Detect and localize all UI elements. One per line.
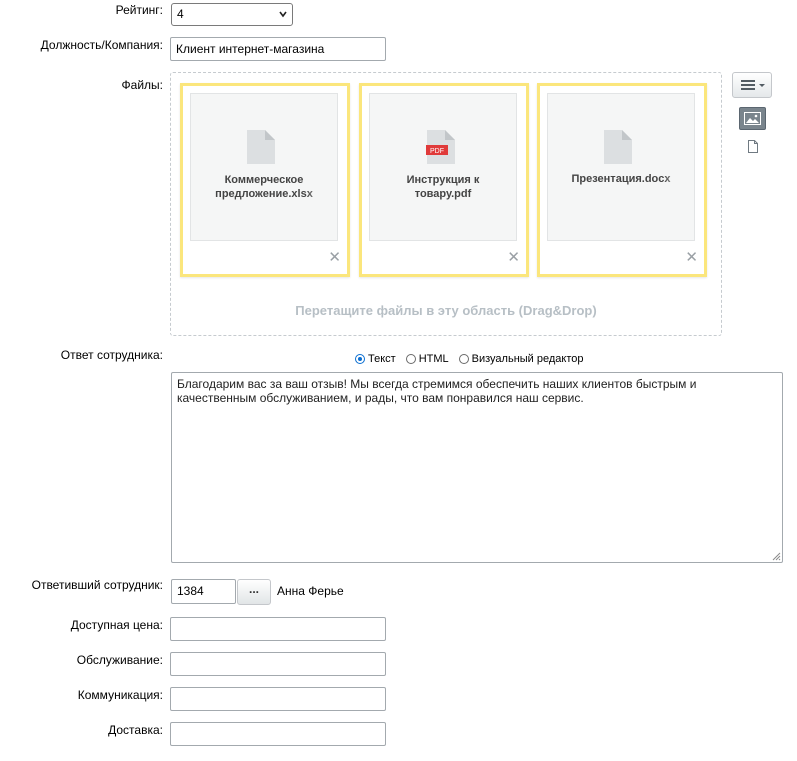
response-label: Ответ сотрудника: [60,348,163,362]
file-name: Инструкция к товару.pdf [406,174,480,200]
radio-icon [458,354,469,364]
response-text: Благодарим вас за ваш отзыв! Мы всегда с… [177,377,697,405]
file-dropzone[interactable]: Коммерческое предложение.xlsx ✕ PDF Инст… [170,72,722,336]
file-card[interactable]: Коммерческое предложение.xlsx ✕ [180,83,350,277]
close-icon[interactable]: ✕ [328,250,341,265]
close-icon[interactable]: ✕ [685,250,698,265]
file-card[interactable]: Презентация.docx ✕ [537,83,707,277]
delivery-label: Доставка: [108,723,163,737]
file-card[interactable]: PDF Инструкция к товару.pdf ✕ [359,83,529,277]
docx-file-icon [604,130,632,164]
service-label: Обслуживание: [76,653,163,667]
svg-text:PDF: PDF [430,148,444,155]
response-textarea[interactable]: Благодарим вас за ваш отзыв! Мы всегда с… [171,372,783,563]
mode-html-radio[interactable]: HTML [405,353,449,365]
mode-visual-radio[interactable]: Визуальный редактор [458,353,584,365]
responder-label: Ответивший сотрудник: [31,578,163,592]
responder-name: Анна Ферье [277,584,344,598]
mode-text-radio[interactable]: Текст [355,353,396,365]
menu-button[interactable] [732,72,772,98]
price-label: Доступная цена: [70,618,163,632]
file-preview: Презентация.docx [547,93,695,241]
file-preview: PDF Инструкция к товару.pdf [369,93,517,241]
radio-icon [405,354,416,364]
position-input[interactable]: Клиент интернет-магазина [170,37,386,61]
communication-input[interactable] [170,687,386,711]
communication-label: Коммуникация: [77,688,163,702]
close-icon[interactable]: ✕ [507,250,520,265]
file-view-icon[interactable] [748,140,758,153]
service-input[interactable] [170,652,386,676]
delivery-input[interactable] [170,722,386,746]
responder-id-input[interactable]: 1384 [171,579,236,604]
position-label: Должность/Компания: [40,38,163,52]
select-user-button[interactable]: ... [237,579,271,605]
rating-value: 4 [177,7,184,21]
radio-checked-icon [355,354,365,364]
rating-select[interactable]: 4 [171,3,293,26]
mode-text-label: Текст [368,353,396,365]
mode-html-label: HTML [418,353,449,365]
file-preview: Коммерческое предложение.xlsx [190,93,338,241]
file-name: Коммерческое предложение.xlsx [215,174,313,200]
editor-mode-group: Текст HTML Визуальный редактор [355,353,584,365]
rating-label: Рейтинг: [115,3,163,17]
chevron-down-icon [279,11,287,18]
mode-visual-label: Визуальный редактор [471,353,584,365]
image-view-button[interactable] [739,107,766,130]
resize-grip-icon[interactable] [772,552,781,561]
pdf-file-icon: PDF [426,130,455,164]
file-name: Презентация.docx [571,173,671,185]
price-input[interactable] [170,617,386,641]
image-icon [744,112,761,125]
menu-icon [741,80,765,90]
xlsx-file-icon [247,130,275,164]
files-label: Файлы: [121,78,163,92]
dropzone-hint: Перетащите файлы в эту область (Drag&Dro… [295,303,597,318]
